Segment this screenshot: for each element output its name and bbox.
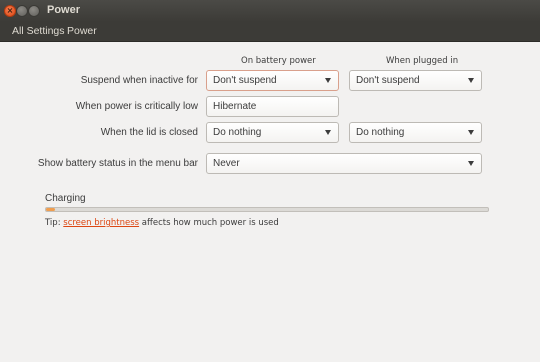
tip-text: Tip: screen brightness affects how much … — [45, 218, 279, 228]
tip-suffix: affects how much power is used — [139, 218, 279, 228]
lid-plugged-dropdown[interactable]: Do nothing — [349, 122, 482, 143]
chevron-down-icon — [325, 130, 331, 135]
lid-battery-value: Do nothing — [213, 127, 262, 138]
battery-status-text: Charging — [45, 193, 86, 204]
critical-power-dropdown[interactable]: Hibernate — [206, 96, 339, 117]
lid-plugged-value: Do nothing — [356, 127, 405, 138]
column-header-battery: On battery power — [241, 56, 316, 66]
suspend-label: Suspend when inactive for — [80, 75, 198, 86]
chevron-down-icon — [325, 78, 331, 83]
critical-power-label: When power is critically low — [75, 101, 198, 112]
all-settings-button[interactable]: All Settings — [12, 25, 65, 37]
minimize-window-button[interactable] — [16, 5, 28, 17]
battery-status-dropdown[interactable]: Never — [206, 153, 482, 174]
maximize-window-button[interactable] — [28, 5, 40, 17]
battery-level-fill — [46, 208, 55, 211]
critical-power-value: Hibernate — [213, 101, 257, 112]
battery-level-bar — [45, 207, 489, 212]
screen-brightness-link[interactable]: screen brightness — [63, 218, 139, 228]
chevron-down-icon — [468, 78, 474, 83]
column-header-plugged: When plugged in — [386, 56, 459, 66]
battery-status-value: Never — [213, 158, 240, 169]
close-icon: × — [6, 6, 14, 15]
suspend-battery-dropdown[interactable]: Don't suspend — [206, 70, 339, 91]
navigation-bar: All Settings Power — [0, 22, 540, 42]
suspend-plugged-value: Don't suspend — [356, 75, 420, 86]
close-window-button[interactable]: × — [4, 5, 16, 17]
battery-status-label: Show battery status in the menu bar — [37, 158, 198, 169]
lid-closed-label: When the lid is closed — [100, 127, 198, 138]
suspend-plugged-dropdown[interactable]: Don't suspend — [349, 70, 482, 91]
suspend-battery-value: Don't suspend — [213, 75, 277, 86]
chevron-down-icon — [468, 130, 474, 135]
chevron-down-icon — [468, 161, 474, 166]
lid-battery-dropdown[interactable]: Do nothing — [206, 122, 339, 143]
title-bar: × Power — [0, 0, 540, 22]
window-title: Power — [47, 4, 81, 16]
power-settings-panel: On battery power When plugged in Suspend… — [0, 42, 540, 362]
tip-prefix: Tip: — [45, 218, 64, 228]
breadcrumb-power[interactable]: Power — [67, 25, 97, 37]
